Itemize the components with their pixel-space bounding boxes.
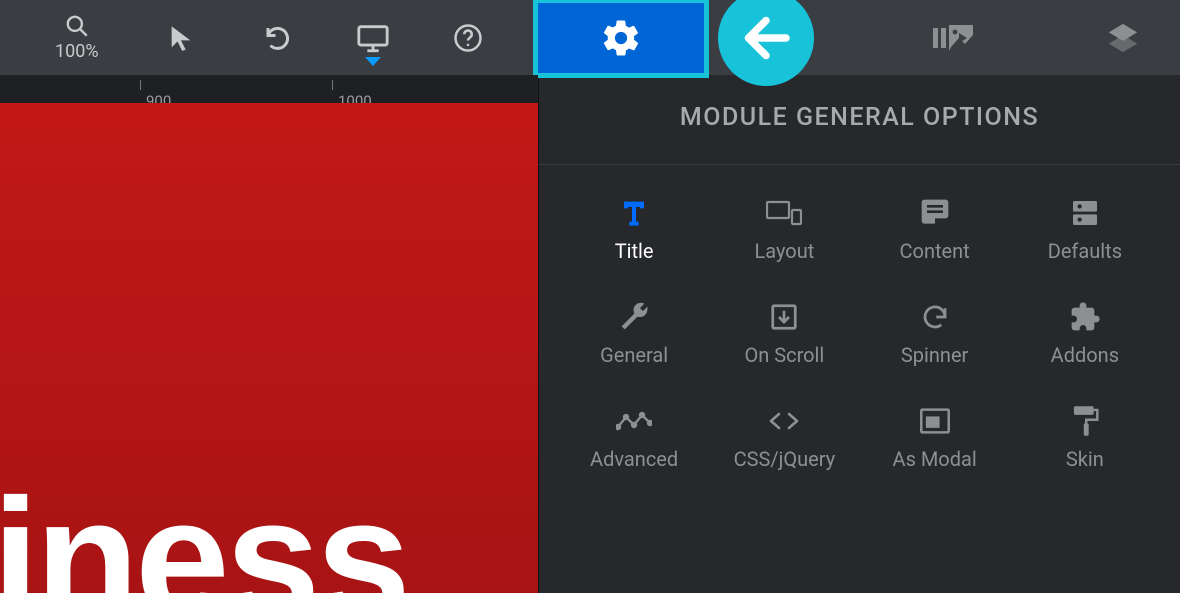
settings-button[interactable] bbox=[533, 0, 709, 78]
content-icon bbox=[919, 193, 951, 233]
option-asmodal[interactable]: As Modal bbox=[860, 401, 1010, 471]
help-icon bbox=[453, 23, 483, 53]
layout-icon bbox=[766, 193, 802, 233]
download-icon bbox=[769, 297, 799, 337]
option-general[interactable]: General bbox=[559, 297, 709, 367]
slide-text: iness bbox=[0, 461, 407, 593]
monitor-icon bbox=[356, 23, 390, 53]
layers-icon bbox=[1106, 21, 1140, 55]
option-spinner[interactable]: Spinner bbox=[860, 297, 1010, 367]
option-defaults[interactable]: Defaults bbox=[1010, 193, 1160, 263]
option-label: Title bbox=[615, 239, 654, 263]
zoom-level-label: 100% bbox=[55, 41, 99, 62]
option-label: On Scroll bbox=[744, 343, 824, 367]
option-title[interactable]: Title bbox=[559, 193, 709, 263]
slideshow-icon bbox=[933, 23, 973, 53]
option-skin[interactable]: Skin bbox=[1010, 401, 1160, 471]
option-label: As Modal bbox=[893, 447, 977, 471]
option-label: Layout bbox=[754, 239, 814, 263]
sync-icon bbox=[920, 297, 950, 337]
timeline-icon bbox=[616, 401, 652, 441]
undo-icon bbox=[263, 23, 293, 53]
undo-tool[interactable] bbox=[263, 23, 293, 53]
defaults-icon bbox=[1069, 193, 1101, 233]
roller-icon bbox=[1071, 401, 1099, 441]
help-tool[interactable] bbox=[453, 23, 483, 53]
arrow-left-icon bbox=[736, 8, 796, 68]
option-label: Defaults bbox=[1048, 239, 1122, 263]
option-label: CSS/jQuery bbox=[734, 447, 836, 471]
option-label: Content bbox=[900, 239, 970, 263]
top-toolbar: 100% bbox=[0, 0, 1180, 75]
magnifier-icon bbox=[64, 13, 90, 39]
options-panel: MODULE GENERAL OPTIONS Title Layout bbox=[538, 75, 1180, 593]
option-advanced[interactable]: Advanced bbox=[559, 401, 709, 471]
option-layout[interactable]: Layout bbox=[709, 193, 859, 263]
select-tool[interactable] bbox=[167, 24, 195, 52]
code-icon bbox=[767, 401, 801, 441]
options-grid: Title Layout Content bbox=[539, 193, 1180, 471]
option-label: Addons bbox=[1051, 343, 1119, 367]
option-label: General bbox=[600, 343, 668, 367]
wrench-icon bbox=[618, 297, 650, 337]
option-addons[interactable]: Addons bbox=[1010, 297, 1160, 367]
layers-tool[interactable] bbox=[1106, 21, 1140, 55]
back-button[interactable] bbox=[718, 0, 814, 86]
panel-title: MODULE GENERAL OPTIONS bbox=[539, 103, 1180, 165]
text-icon bbox=[618, 193, 650, 233]
gear-icon bbox=[600, 17, 642, 59]
slider-canvas[interactable]: iness bbox=[0, 103, 538, 593]
option-label: Skin bbox=[1066, 447, 1104, 471]
option-cssjquery[interactable]: CSS/jQuery bbox=[709, 401, 859, 471]
cursor-icon bbox=[167, 24, 195, 52]
option-content[interactable]: Content bbox=[860, 193, 1010, 263]
option-onscroll[interactable]: On Scroll bbox=[709, 297, 859, 367]
modal-icon bbox=[919, 401, 951, 441]
preview-tool[interactable] bbox=[356, 23, 390, 53]
option-label: Advanced bbox=[590, 447, 678, 471]
option-label: Spinner bbox=[901, 343, 968, 367]
canvas-pane: 900 1000 iness bbox=[0, 75, 538, 593]
ruler: 900 1000 bbox=[0, 75, 538, 103]
slides-tool[interactable] bbox=[933, 23, 973, 53]
puzzle-icon bbox=[1069, 297, 1101, 337]
zoom-tool[interactable]: 100% bbox=[55, 13, 99, 62]
chevron-down-icon bbox=[365, 57, 381, 67]
